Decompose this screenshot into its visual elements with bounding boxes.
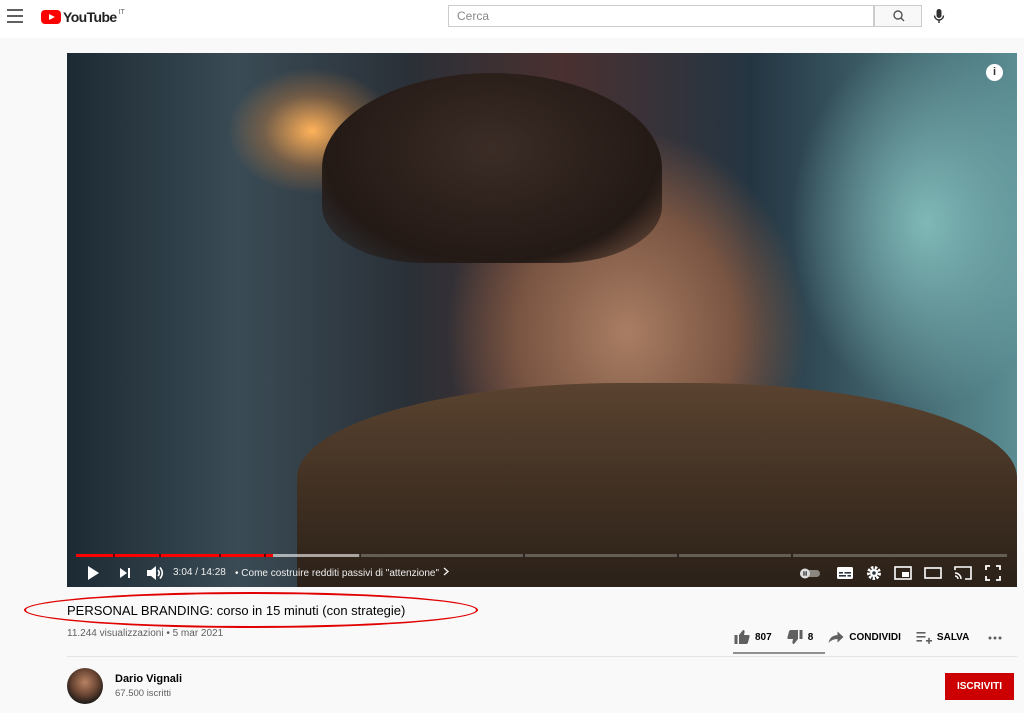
- chapter-marker: [677, 554, 679, 557]
- video-player[interactable]: i 3:04 / 14:28 • Come costruire redditi …: [67, 53, 1017, 587]
- save-button[interactable]: SALVA: [915, 628, 969, 646]
- masthead: YouTube IT: [0, 0, 1024, 38]
- theater-mode-icon[interactable]: [923, 563, 943, 583]
- chapter-marker: [219, 554, 221, 557]
- voice-search-button[interactable]: [930, 7, 948, 25]
- time-display: 3:04 / 14:28: [173, 567, 226, 578]
- like-button[interactable]: 807: [733, 628, 772, 646]
- next-icon[interactable]: [117, 563, 133, 583]
- search-icon: [893, 10, 905, 22]
- chapter-marker: [159, 554, 161, 557]
- chapter-title: Come costruire redditi passivi di "atten…: [241, 568, 440, 579]
- chapter-title-link[interactable]: • Come costruire redditi passivi di "att…: [235, 567, 450, 579]
- subscribe-button[interactable]: ISCRIVITI: [945, 673, 1014, 700]
- logo-text: YouTube: [63, 9, 117, 25]
- like-count: 807: [755, 631, 772, 643]
- video-actions: 807 8 CONDIVIDI SALVA: [733, 625, 1003, 649]
- annotation-ellipse: [24, 592, 478, 628]
- player-controls: 3:04 / 14:28 • Come costruire redditi pa…: [67, 559, 1017, 587]
- video-frame: [67, 53, 1017, 587]
- video-meta: 11.244 visualizzazioni • 5 mar 2021: [67, 628, 224, 639]
- info-icon[interactable]: i: [986, 64, 1003, 81]
- youtube-play-logo-icon: [41, 10, 61, 24]
- more-horizontal-icon: [988, 636, 1002, 640]
- channel-avatar[interactable]: [67, 668, 103, 704]
- channel-name[interactable]: Dario Vignali: [115, 673, 182, 685]
- microphone-icon: [933, 9, 945, 23]
- more-actions-button[interactable]: [987, 628, 1003, 646]
- subtitles-icon[interactable]: [835, 563, 855, 583]
- chevron-right-icon: [443, 567, 449, 576]
- dislike-button[interactable]: 8: [786, 628, 814, 646]
- playlist-add-icon: [916, 632, 932, 644]
- chapter-marker: [791, 554, 793, 557]
- progress-played: [76, 554, 274, 557]
- miniplayer-icon[interactable]: [893, 563, 913, 583]
- volume-icon[interactable]: [145, 563, 165, 583]
- play-icon[interactable]: [85, 563, 101, 583]
- chapter-separator: •: [235, 568, 239, 579]
- cast-icon[interactable]: [953, 563, 973, 583]
- thumbs-down-icon: [787, 630, 803, 644]
- autoplay-toggle-icon[interactable]: [799, 563, 821, 583]
- thumbs-up-icon: [734, 630, 750, 644]
- sentiment-bar: [733, 652, 825, 654]
- divider: [67, 656, 1017, 657]
- progress-bar[interactable]: [76, 554, 1007, 557]
- chapter-marker: [523, 554, 525, 557]
- search-input[interactable]: [448, 5, 874, 27]
- share-label: CONDIVIDI: [849, 631, 901, 643]
- chapter-marker: [113, 554, 115, 557]
- youtube-logo[interactable]: YouTube IT: [41, 9, 125, 25]
- gear-icon[interactable]: [864, 563, 884, 583]
- hamburger-menu-icon[interactable]: [7, 9, 23, 23]
- save-label: SALVA: [936, 631, 970, 643]
- share-button[interactable]: CONDIVIDI: [827, 628, 901, 646]
- chapter-marker: [359, 554, 361, 557]
- chapter-marker: [264, 554, 266, 557]
- dislike-count: 8: [807, 631, 814, 643]
- logo-country-code: IT: [118, 8, 125, 16]
- fullscreen-icon[interactable]: [983, 563, 1003, 583]
- share-icon: [828, 631, 844, 643]
- subscriber-count: 67.500 iscritti: [115, 688, 171, 699]
- search-button[interactable]: [874, 5, 922, 27]
